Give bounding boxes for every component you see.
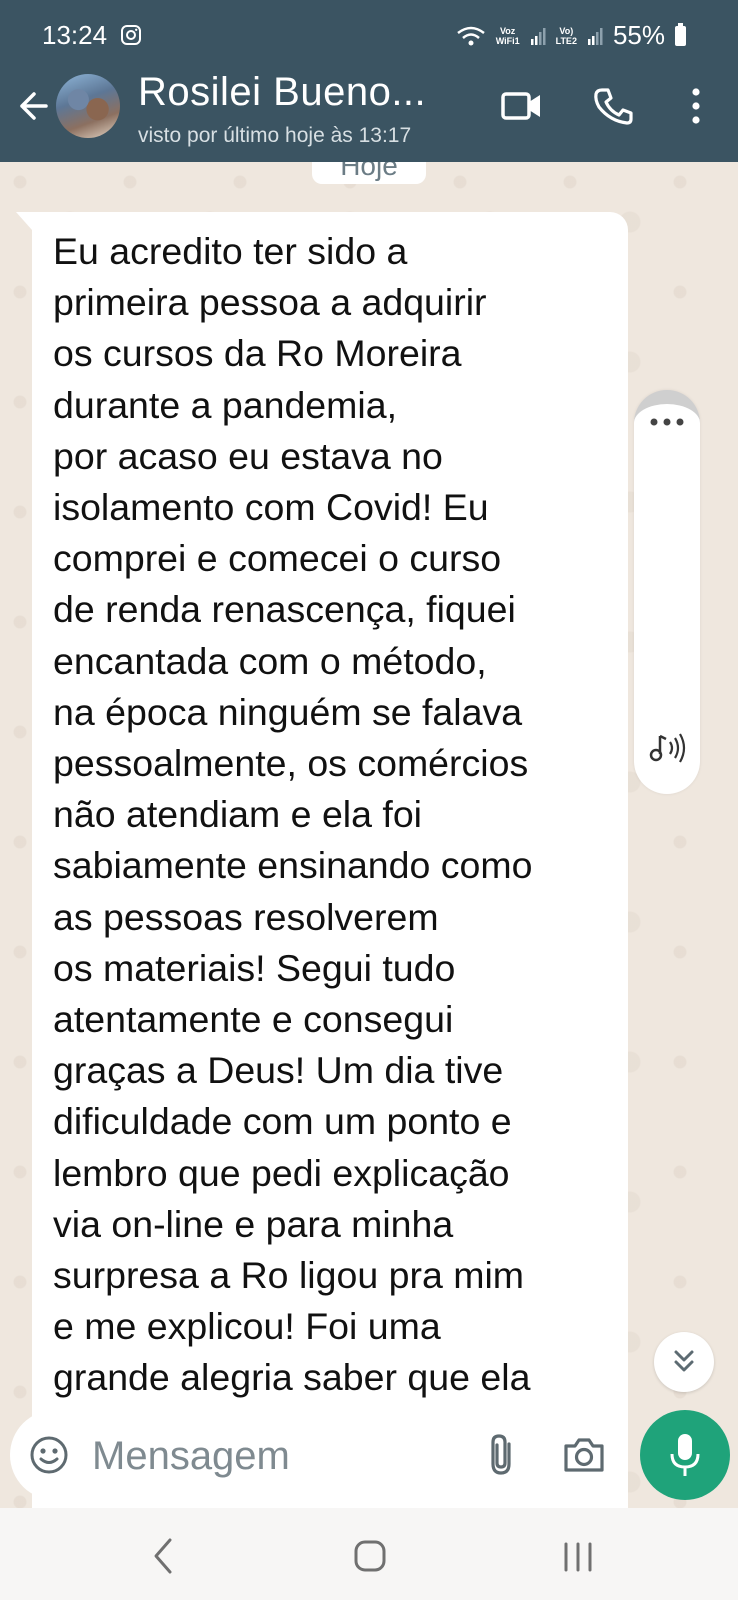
message-text: Eu acredito ter sido a primeira pessoa a… <box>53 230 533 1399</box>
battery-percent: 55% <box>612 20 665 50</box>
status-time: 13:24 <box>42 20 108 50</box>
message-bubble[interactable]: Eu acredito ter sido a primeira pessoa a… <box>16 212 628 1508</box>
mic-icon <box>670 1434 700 1476</box>
status-bar: 13:24 Voz WiFi1 Vo) LTE2 55% <box>0 0 738 70</box>
voice-message-button[interactable] <box>640 1410 730 1500</box>
battery-icon <box>675 22 686 46</box>
phone-icon[interactable] <box>592 86 636 126</box>
nav-back-icon[interactable] <box>142 1536 186 1576</box>
chat-header: 13:24 Voz WiFi1 Vo) LTE2 55% Rosilei Bue… <box>0 0 738 162</box>
signal-bars-2-icon <box>587 27 603 45</box>
nav-home-icon[interactable] <box>348 1536 392 1576</box>
emoji-icon[interactable] <box>28 1434 70 1476</box>
attach-icon[interactable] <box>486 1432 520 1478</box>
message-input-bar <box>10 1410 628 1500</box>
lte-label: Vo) LTE2 <box>555 25 577 46</box>
scroll-down-icon <box>674 1350 694 1372</box>
camera-icon[interactable] <box>562 1434 606 1476</box>
signal-bars-1-icon <box>530 27 546 45</box>
contact-name[interactable]: Rosilei Bueno... <box>138 70 426 115</box>
system-navigation-bar <box>0 1508 738 1600</box>
chat-area[interactable]: Eu acredito ter sido a primeira pessoa a… <box>0 162 738 1508</box>
contact-avatar[interactable] <box>56 74 120 138</box>
message-input[interactable] <box>90 1428 464 1484</box>
instagram-notification-icon <box>121 25 141 45</box>
text-to-speech-icon[interactable] <box>648 730 688 766</box>
nav-recent-icon[interactable] <box>556 1536 600 1576</box>
back-arrow-icon[interactable] <box>14 88 50 124</box>
date-chip: Hoje <box>312 162 426 184</box>
wifi-icon <box>456 26 485 45</box>
more-horiz-icon[interactable] <box>648 416 686 428</box>
video-call-icon[interactable] <box>500 86 544 126</box>
message-actions-pill[interactable] <box>634 390 700 794</box>
more-vert-icon[interactable] <box>676 86 716 126</box>
scroll-to-bottom-button[interactable] <box>654 1332 714 1392</box>
wifi-calling-label: Voz WiFi1 <box>495 25 520 46</box>
status-right: Voz WiFi1 Vo) LTE2 55% <box>456 20 686 51</box>
last-seen-status: visto por último hoje às 13:17 <box>138 124 412 147</box>
